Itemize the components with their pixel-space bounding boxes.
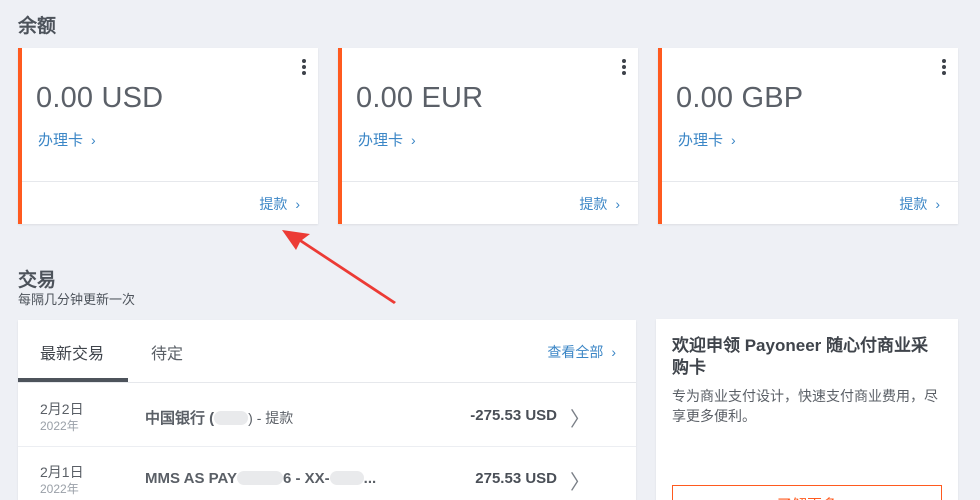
card-divider <box>342 181 638 182</box>
more-options-icon[interactable] <box>298 58 310 78</box>
chevron-right-icon: 〉 <box>570 409 590 431</box>
learn-more-button[interactable]: 了解更多 <box>672 485 942 500</box>
tx-description: MMS AS PAY 6 - XX-... <box>145 470 377 487</box>
withdraw-label: 提款 <box>899 196 928 212</box>
transactions-panel: 最新交易 待定 查看全部 › 2月2日 2022年 中国银行 () - 提款 -2… <box>18 320 636 500</box>
withdraw-link[interactable]: 提款 › <box>899 194 940 214</box>
promo-description: 专为商业支付设计，快速支付商业费用，尽享更多便利。 <box>672 388 938 424</box>
table-row[interactable]: 2月2日 2022年 中国银行 () - 提款 -275.53 USD 〉 <box>18 383 636 446</box>
redacted-text <box>236 471 283 485</box>
get-card-label: 办理卡 <box>38 132 84 149</box>
redacted-text <box>329 471 364 485</box>
tab-pending[interactable]: 待定 <box>151 340 183 364</box>
balance-card-eur: 0.00 EUR 办理卡 › 提款 › <box>338 48 638 224</box>
promo-title: 欢迎申领 Payoneer 随心付商业采购卡 <box>672 336 928 377</box>
transactions-section-title: 交易 <box>18 270 57 291</box>
chevron-right-icon: › <box>91 132 96 148</box>
balance-amount: 0.00 EUR <box>356 82 484 114</box>
get-card-label: 办理卡 <box>678 132 724 149</box>
tab-latest[interactable]: 最新交易 <box>40 340 104 364</box>
tx-description: 中国银行 () - 提款 <box>145 410 294 427</box>
more-options-icon[interactable] <box>938 58 950 78</box>
get-card-link[interactable]: 办理卡 › <box>678 129 736 150</box>
get-card-link[interactable]: 办理卡 › <box>358 129 416 150</box>
tx-amount: 275.53 USD <box>475 470 557 487</box>
card-divider <box>22 181 318 182</box>
annotation-arrow-icon <box>282 230 396 304</box>
tx-date: 2月1日 <box>40 464 84 480</box>
get-card-label: 办理卡 <box>358 132 404 149</box>
card-divider <box>662 181 958 182</box>
transactions-update-note: 每隔几分钟更新一次 <box>18 292 136 307</box>
more-options-icon[interactable] <box>618 58 630 78</box>
tx-amount: -275.53 USD <box>470 407 557 424</box>
withdraw-label: 提款 <box>579 196 608 212</box>
withdraw-label: 提款 <box>259 196 288 212</box>
balance-card-usd: 0.00 USD 办理卡 › 提款 › <box>18 48 318 224</box>
chevron-right-icon: › <box>935 196 940 212</box>
chevron-right-icon: 〉 <box>570 472 590 494</box>
chevron-right-icon: › <box>615 196 620 212</box>
chevron-right-icon: › <box>411 132 416 148</box>
view-all-label: 查看全部 <box>547 344 604 360</box>
balance-card-gbp: 0.00 GBP 办理卡 › 提款 › <box>658 48 958 224</box>
withdraw-link[interactable]: 提款 › <box>579 194 620 214</box>
balance-amount: 0.00 USD <box>36 82 164 114</box>
table-row[interactable]: 2月1日 2022年 MMS AS PAY 6 - XX-... 275.53 U… <box>18 446 636 500</box>
get-card-link[interactable]: 办理卡 › <box>38 129 96 150</box>
balance-amount: 0.00 GBP <box>676 82 804 114</box>
chevron-right-icon: › <box>611 344 616 360</box>
tx-year: 2022年 <box>40 482 79 496</box>
balance-section-title: 余额 <box>18 16 57 37</box>
withdraw-link[interactable]: 提款 › <box>259 194 300 214</box>
chevron-right-icon: › <box>731 132 736 148</box>
view-all-link[interactable]: 查看全部 › <box>547 342 616 362</box>
chevron-right-icon: › <box>295 196 300 212</box>
promo-card: 欢迎申领 Payoneer 随心付商业采购卡 专为商业支付设计，快速支付商业费用… <box>656 319 958 500</box>
tx-date: 2月2日 <box>40 401 84 417</box>
redacted-text <box>214 411 249 425</box>
tx-year: 2022年 <box>40 419 79 433</box>
